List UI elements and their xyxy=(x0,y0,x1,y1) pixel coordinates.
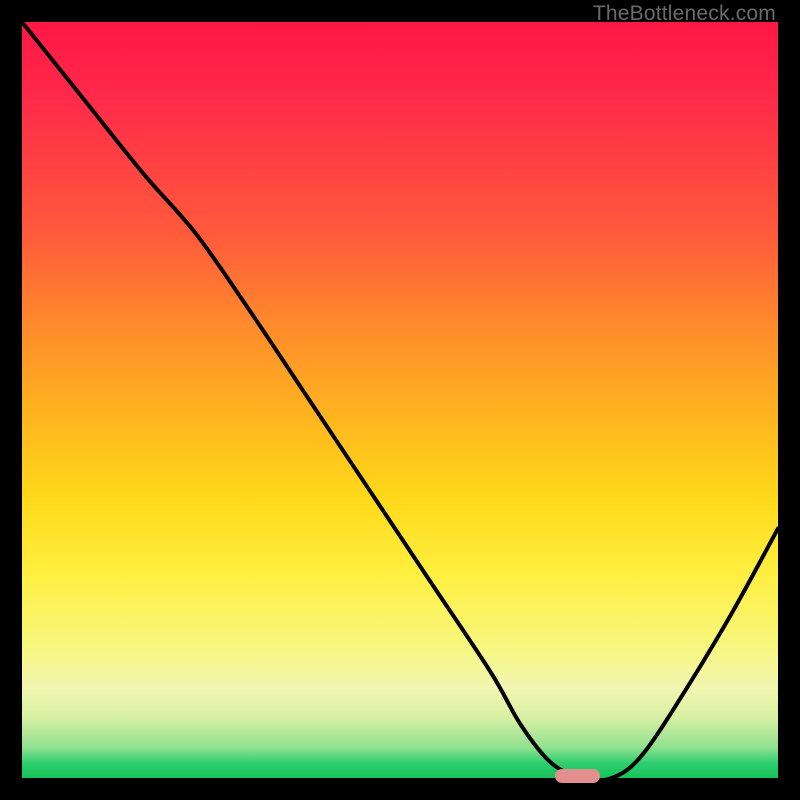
chart-frame: TheBottleneck.com xyxy=(0,0,800,800)
optimal-range-marker xyxy=(555,769,600,783)
bottleneck-curve xyxy=(22,22,778,780)
chart-overlay xyxy=(22,22,778,778)
